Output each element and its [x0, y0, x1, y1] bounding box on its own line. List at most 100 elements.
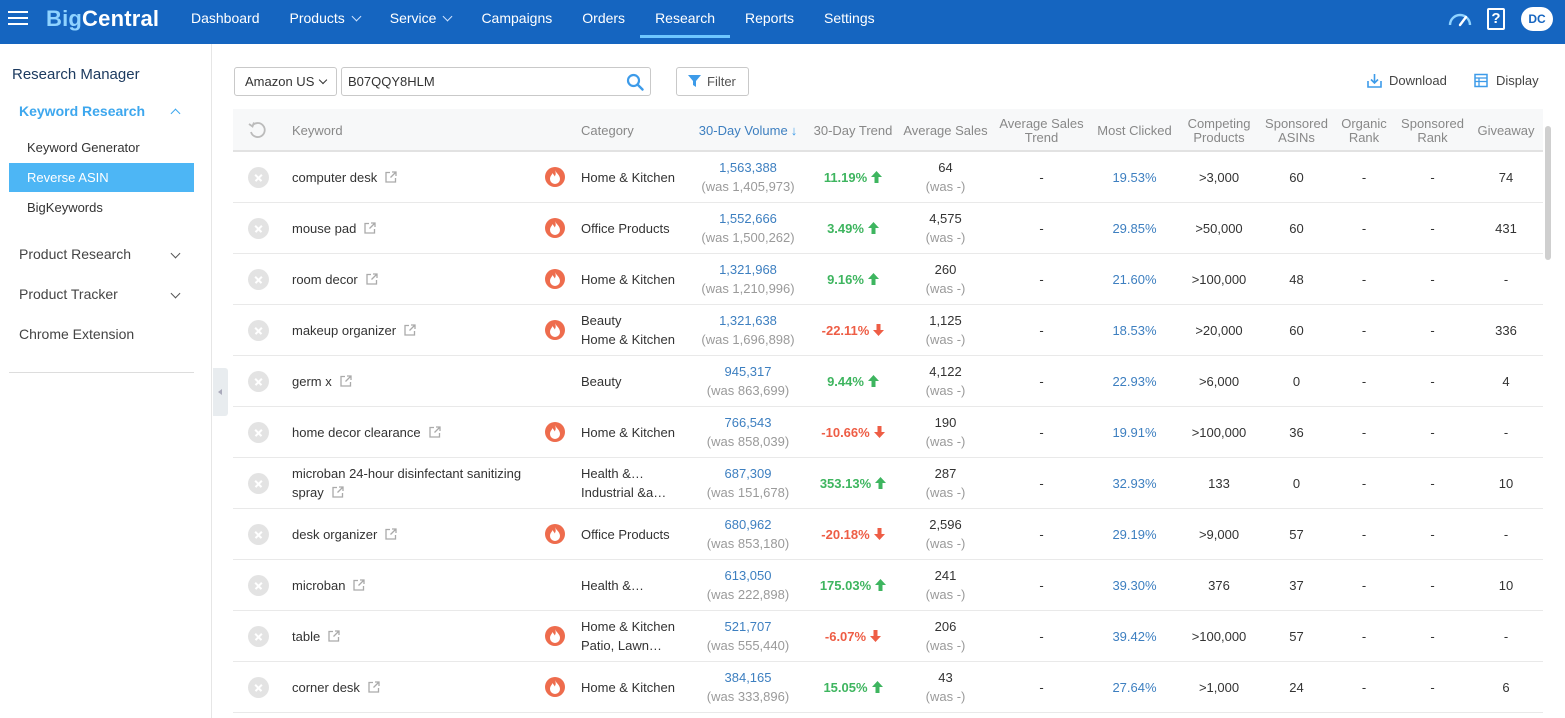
- most-clicked-cell[interactable]: 27.64%: [1090, 662, 1179, 712]
- remove-keyword-icon[interactable]: [248, 575, 269, 596]
- keyword-text[interactable]: desk organizer: [292, 527, 377, 542]
- remove-keyword-icon[interactable]: [248, 626, 269, 647]
- keyword-text[interactable]: makeup organizer: [292, 323, 396, 338]
- remove-keyword-icon[interactable]: [248, 371, 269, 392]
- external-link-icon[interactable]: [385, 170, 397, 183]
- keyword-text[interactable]: microban: [292, 578, 345, 593]
- keyword-text[interactable]: room decor: [292, 272, 358, 287]
- reset-icon[interactable]: [248, 121, 267, 140]
- nav-item-dashboard[interactable]: Dashboard: [176, 0, 275, 38]
- col-header-30-day-trend[interactable]: 30-Day Trend: [808, 109, 898, 152]
- col-header-competing-products[interactable]: Competing Products: [1179, 109, 1259, 152]
- col-header-giveaway[interactable]: Giveaway: [1471, 109, 1541, 152]
- col-header-average-sales-trend[interactable]: Average Sales Trend: [993, 109, 1090, 152]
- keyword-text[interactable]: table: [292, 629, 320, 644]
- sidebar-group-keyword-research[interactable]: Keyword Research: [19, 103, 183, 119]
- remove-keyword-icon[interactable]: [248, 422, 269, 443]
- col-header-sponsored-rank[interactable]: Sponsored Rank: [1394, 109, 1471, 152]
- col-header-organic-rank[interactable]: Organic Rank: [1334, 109, 1394, 152]
- most-clicked-cell[interactable]: 21.60%: [1090, 254, 1179, 304]
- display-button[interactable]: Display: [1474, 73, 1539, 88]
- nav-item-service[interactable]: Service: [375, 0, 467, 38]
- external-link-icon[interactable]: [353, 578, 366, 591]
- sales-cell: 206 (was -): [898, 611, 993, 661]
- volume-value[interactable]: 687,309: [725, 464, 772, 483]
- most-clicked-cell[interactable]: 18.53%: [1090, 305, 1179, 355]
- external-link-icon[interactable]: [385, 527, 397, 540]
- nav-item-research[interactable]: Research: [640, 0, 730, 38]
- col-header-30-day-volume[interactable]: 30-Day Volume ↓: [688, 109, 808, 152]
- user-avatar[interactable]: DC: [1521, 7, 1553, 31]
- external-link-icon[interactable]: [368, 680, 380, 693]
- most-clicked-cell[interactable]: 39.30%: [1090, 560, 1179, 610]
- external-link-icon[interactable]: [328, 629, 340, 642]
- asin-search-input[interactable]: [342, 68, 612, 95]
- keyword-text[interactable]: home decor clearance: [292, 425, 421, 440]
- volume-value[interactable]: 384,165: [725, 668, 772, 687]
- sidebar-group-product-research[interactable]: Product Research: [19, 246, 183, 262]
- remove-keyword-icon[interactable]: [248, 218, 269, 239]
- remove-keyword-icon[interactable]: [248, 524, 269, 545]
- keyword-text[interactable]: computer desk: [292, 170, 377, 185]
- most-clicked-cell[interactable]: 19.53%: [1090, 152, 1179, 202]
- filter-icon: [688, 75, 701, 87]
- remove-keyword-icon[interactable]: [248, 320, 269, 341]
- keyword-text[interactable]: mouse pad: [292, 221, 356, 236]
- nav-item-settings[interactable]: Settings: [809, 0, 890, 38]
- most-clicked-cell[interactable]: 29.19%: [1090, 509, 1179, 559]
- remove-keyword-icon[interactable]: [248, 269, 269, 290]
- remove-keyword-icon[interactable]: [248, 167, 269, 188]
- sidebar-group-product-tracker[interactable]: Product Tracker: [19, 286, 183, 302]
- external-link-icon[interactable]: [366, 272, 378, 285]
- external-link-icon[interactable]: [340, 374, 352, 387]
- most-clicked-cell[interactable]: 29.85%: [1090, 203, 1179, 253]
- external-link-icon[interactable]: [332, 486, 344, 498]
- nav-item-orders[interactable]: Orders: [567, 0, 640, 38]
- external-link-icon[interactable]: [428, 425, 441, 438]
- help-icon[interactable]: ?: [1487, 8, 1505, 30]
- volume-value[interactable]: 680,962: [725, 515, 772, 534]
- most-clicked-cell[interactable]: 22.93%: [1090, 356, 1179, 406]
- keyword-text[interactable]: corner desk: [292, 680, 360, 695]
- nav-item-campaigns[interactable]: Campaigns: [466, 0, 567, 38]
- remove-keyword-icon[interactable]: [248, 473, 269, 494]
- speedometer-icon[interactable]: [1447, 6, 1473, 32]
- external-link-icon[interactable]: [364, 221, 376, 234]
- keyword-text[interactable]: germ x: [292, 374, 332, 389]
- volume-value[interactable]: 1,321,638: [719, 311, 777, 330]
- external-link-icon[interactable]: [404, 323, 416, 336]
- most-clicked-cell[interactable]: 32.93%: [1090, 458, 1179, 508]
- nav-item-reports[interactable]: Reports: [730, 0, 809, 38]
- download-button[interactable]: Download: [1367, 73, 1447, 88]
- most-clicked-cell[interactable]: 39.42%: [1090, 611, 1179, 661]
- most-clicked-cell[interactable]: 19.91%: [1090, 407, 1179, 457]
- logo[interactable]: BigCentral: [46, 6, 159, 32]
- col-header-category[interactable]: Category: [581, 109, 681, 152]
- volume-value[interactable]: 1,321,968: [719, 260, 777, 279]
- filter-button[interactable]: Filter: [676, 67, 749, 96]
- keyword-text[interactable]: microban 24-hour disinfectant sanitizing: [292, 466, 521, 481]
- volume-value[interactable]: 766,543: [725, 413, 772, 432]
- table-scrollbar[interactable]: [1545, 126, 1551, 260]
- col-header-average-sales[interactable]: Average Sales: [898, 109, 993, 152]
- search-icon[interactable]: [626, 73, 644, 91]
- marketplace-select[interactable]: Amazon US: [234, 67, 337, 96]
- volume-value[interactable]: 1,552,666: [719, 209, 777, 228]
- sidebar-item-reverse-asin[interactable]: Reverse ASIN: [9, 163, 194, 192]
- volume-value[interactable]: 613,050: [725, 566, 772, 585]
- col-header-most-clicked[interactable]: Most Clicked: [1090, 109, 1179, 152]
- sidebar-collapse-handle[interactable]: [213, 368, 228, 416]
- keyword-text[interactable]: spray: [292, 485, 324, 500]
- sidebar-item-chrome-extension[interactable]: Chrome Extension: [19, 326, 183, 342]
- volume-value[interactable]: 521,707: [725, 617, 772, 636]
- sidebar-title[interactable]: Research Manager: [12, 66, 140, 83]
- col-header-sponsored-asins[interactable]: Sponsored ASINs: [1259, 109, 1334, 152]
- sidebar-item-keyword-generator[interactable]: Keyword Generator: [9, 133, 194, 162]
- volume-value[interactable]: 1,563,388: [719, 158, 777, 177]
- nav-item-products[interactable]: Products: [275, 0, 375, 38]
- sidebar-item-bigkeywords[interactable]: BigKeywords: [9, 193, 194, 222]
- volume-value[interactable]: 945,317: [725, 362, 772, 381]
- menu-icon[interactable]: [8, 8, 30, 26]
- remove-keyword-icon[interactable]: [248, 677, 269, 698]
- col-header-keyword[interactable]: Keyword: [292, 109, 472, 152]
